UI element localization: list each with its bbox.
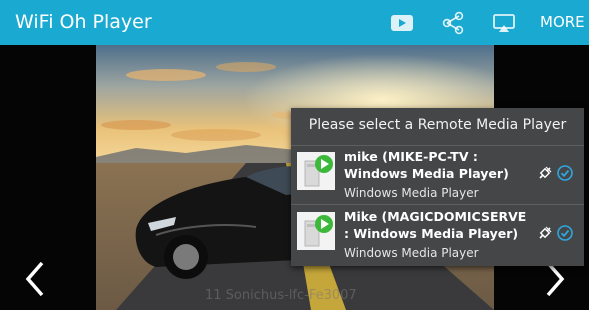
media-server-icon — [297, 212, 335, 250]
selected-check-icon[interactable] — [557, 165, 573, 181]
previous-arrow-icon[interactable] — [20, 259, 50, 299]
more-menu-button[interactable]: MORE — [540, 13, 585, 31]
device-type: Windows Media Player — [344, 186, 479, 200]
divider — [291, 204, 584, 205]
dialog-title: Please select a Remote Media Player — [308, 117, 567, 133]
app-title: WiFi Oh Player — [15, 11, 152, 33]
plug-icon — [539, 166, 552, 179]
cast-icon[interactable] — [491, 10, 517, 36]
media-server-icon — [297, 152, 335, 190]
device-row[interactable]: Mike (MAGICDOMICSERVE : Windows Media Pl… — [291, 206, 584, 264]
device-name: Mike (MAGICDOMICSERVE : Windows Media Pl… — [344, 209, 527, 241]
device-name: mike (MIKE-PC-TV : Windows Media Player) — [344, 149, 509, 181]
plug-icon — [539, 226, 552, 239]
device-row[interactable]: mike (MIKE-PC-TV : Windows Media Player)… — [291, 146, 584, 204]
app-bar: WiFi Oh Player MORE — [0, 0, 589, 45]
watermark-text: 11 Sonichus-lfc-Fe3007 — [205, 288, 357, 303]
selected-check-icon[interactable] — [557, 225, 573, 241]
device-type: Windows Media Player — [344, 246, 479, 260]
youtube-icon[interactable] — [389, 10, 415, 36]
share-icon[interactable] — [440, 10, 466, 36]
remote-player-dialog: Please select a Remote Media Player mike… — [291, 108, 584, 266]
